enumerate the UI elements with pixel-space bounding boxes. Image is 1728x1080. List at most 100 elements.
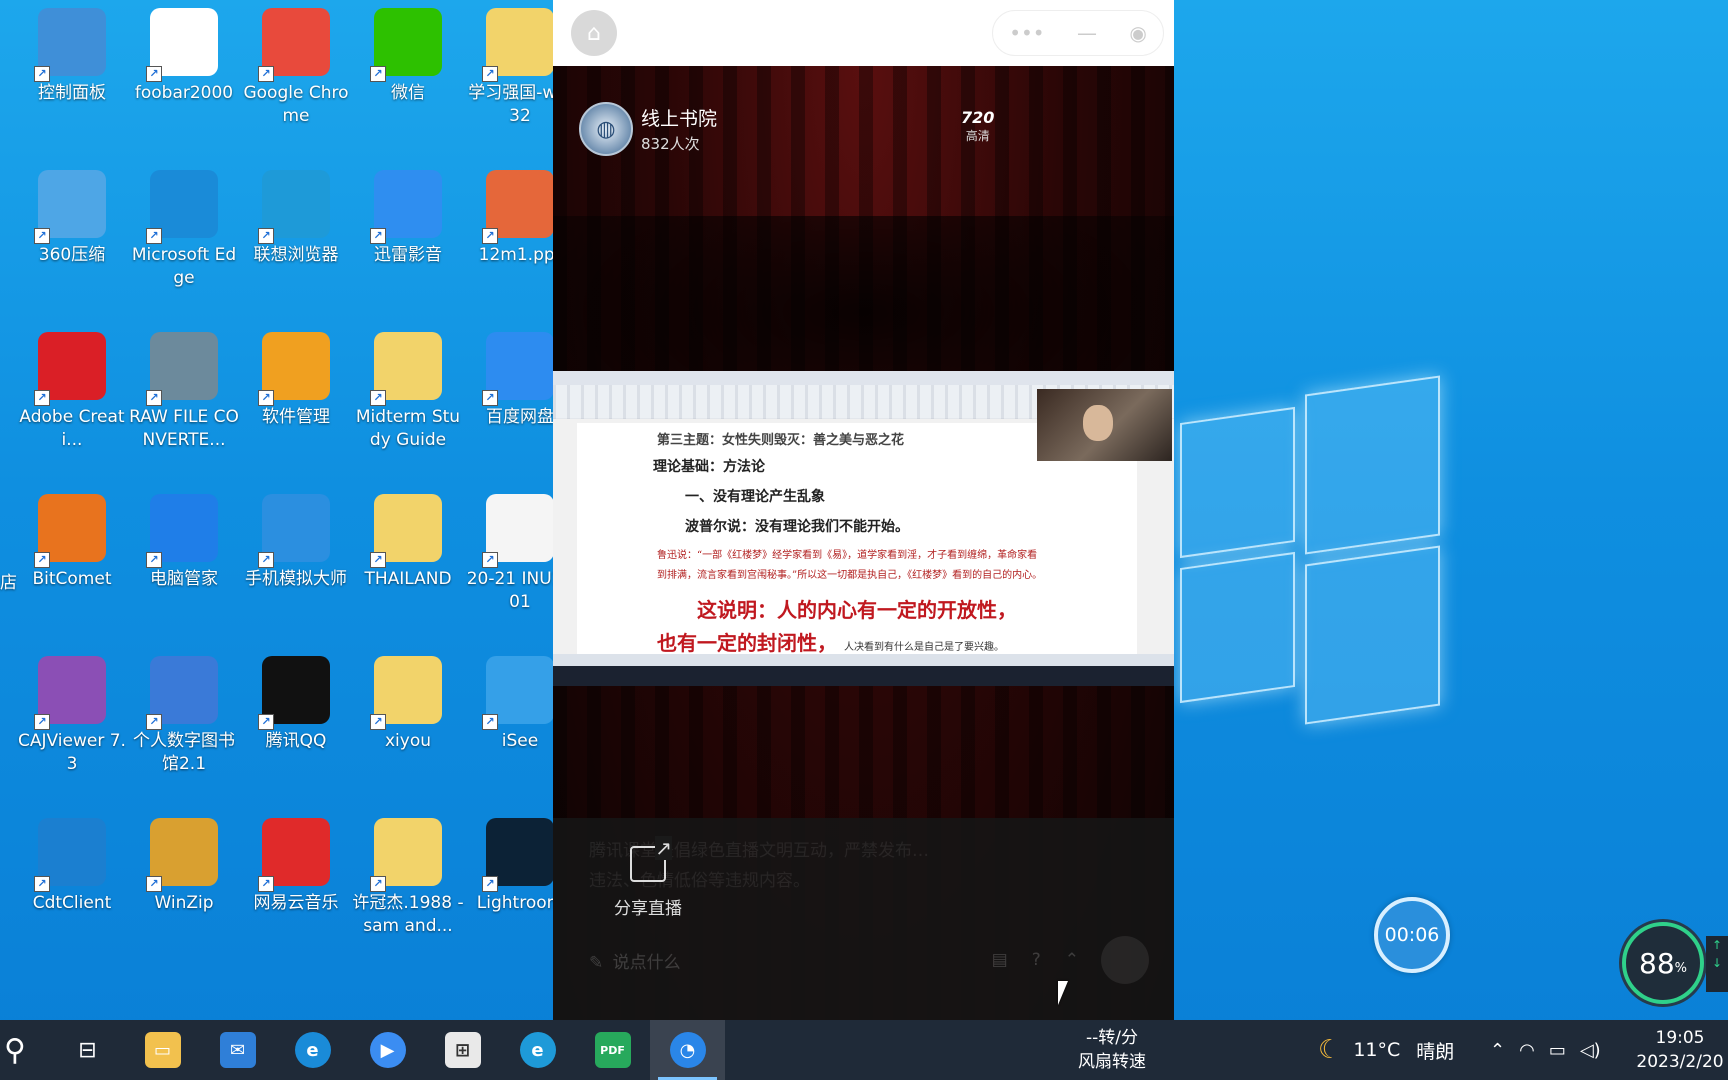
desktop-icon[interactable]: ↗ foobar2000 (128, 8, 240, 105)
desktop-icon[interactable]: ↗ Google Chrome (240, 8, 352, 128)
close-circle-icon[interactable]: ◉ (1129, 21, 1146, 45)
desktop-icon[interactable]: ↗ 软件管理 (240, 332, 352, 429)
folder-icon: ↗ (482, 8, 554, 82)
desktop-icon-label: 迅雷影音 (374, 245, 442, 265)
adobe-cc-icon: ↗ (34, 332, 106, 406)
clock[interactable]: 19:05 2023/2/20 (1632, 1026, 1728, 1074)
desktop-icon-label: 360压缩 (38, 245, 106, 265)
desktop-icon[interactable]: ↗ 个人数字图书馆2.1 (128, 656, 240, 776)
live-stream-window[interactable]: ⌂ ••• — ◉ ◍ 线上书院 832人次 720 高清 第三主题：女性失则毁… (553, 0, 1174, 1020)
folder-icon: ↗ (370, 818, 442, 892)
battery-icon[interactable]: ▭ (1549, 1040, 1566, 1061)
desktop-icon[interactable]: ↗ 联想浏览器 (240, 170, 352, 267)
desktop-icon-label: Adobe Creati... (19, 407, 125, 450)
zip-360-icon: ↗ (34, 170, 106, 244)
desktop-icon[interactable]: ↗ 控制面板 (16, 8, 128, 105)
network-speed-arrows-icon: ↑ ↓ (1706, 936, 1728, 992)
desktop-icon[interactable]: ↗ 微信 (352, 8, 464, 105)
task-view-button[interactable]: ⊟ (50, 1020, 125, 1080)
taskbar: ⚲ ⊟ ▭ ✉ e ▶ ⊞ e PDF ◔ --转/分 风扇转速 ☾ 11°C … (0, 1020, 1728, 1080)
folder-icon: ↗ (370, 332, 442, 406)
chrome-icon: ↗ (258, 8, 330, 82)
shared-screen-video[interactable]: 第三主题：女性失则毁灭：善之美与恶之花 理论基础：方法论 一、没有理论产生乱象 … (553, 371, 1174, 686)
desktop-icon-label: Midterm Study Guide (355, 407, 461, 450)
desktop-icon[interactable]: ↗ 网易云音乐 (240, 818, 352, 915)
doc-line-4: 波普尔说：没有理论我们不能开始。 (685, 519, 909, 535)
lenovo-browser-button[interactable]: e (500, 1020, 575, 1080)
desktop-icon[interactable]: ↗ 腾讯QQ (240, 656, 352, 753)
desktop-icon-label: THAILAND (364, 569, 452, 589)
edge-button[interactable]: e (275, 1020, 350, 1080)
wechat-icon: ↗ (370, 8, 442, 82)
shortcut-arrow-icon: ↗ (258, 552, 274, 568)
desktop-icon[interactable]: ↗ 电脑管家 (128, 494, 240, 591)
desktop-icon[interactable]: ↗ THAILAND (352, 494, 464, 591)
file-explorer-button[interactable]: ▭ (125, 1020, 200, 1080)
desktop-icon[interactable]: ↗ CdtClient (16, 818, 128, 915)
gauge-value: 88 (1639, 946, 1675, 980)
desktop-icon[interactable]: ↗ Microsoft Edge (128, 170, 240, 290)
channel-info[interactable]: ◍ 线上书院 832人次 (579, 102, 717, 156)
home-button[interactable]: ⌂ (571, 10, 617, 56)
desktop-icon[interactable]: ↗ xiyou (352, 656, 464, 753)
fan-speed-widget[interactable]: --转/分 风扇转速 (1076, 1020, 1148, 1080)
desktop-icon[interactable]: ↗ CAJViewer 7.3 (16, 656, 128, 776)
winzip-icon: ↗ (146, 818, 218, 892)
foobar-icon: ↗ (146, 8, 218, 82)
shortcut-arrow-icon: ↗ (370, 876, 386, 892)
desktop-icon[interactable]: ↗ RAW FILE CONVERTE... (128, 332, 240, 452)
windows-logo-wallpaper (1180, 375, 1445, 740)
desktop-icon[interactable]: ↗ Midterm Study Guide (352, 332, 464, 452)
shortcut-arrow-icon: ↗ (146, 390, 162, 406)
performance-gauge[interactable]: 88% (1622, 922, 1704, 1004)
desktop-icon[interactable]: ↗ BitComet (16, 494, 128, 591)
doc-highlight-1: 这说明：人的内心有一定的开放性， (697, 598, 1017, 622)
minimize-icon[interactable]: — (1077, 21, 1097, 45)
weather-widget[interactable]: ☾ 11°C 晴朗 (1318, 1020, 1454, 1080)
mail-icon: ✉ (219, 1032, 256, 1068)
volume-icon[interactable]: ◁) (1580, 1040, 1601, 1061)
wifi-icon[interactable]: ◠ (1519, 1040, 1535, 1061)
recording-timer[interactable]: 00:06 (1374, 897, 1450, 973)
desktop-icon[interactable]: ↗ 许冠杰.1988 - sam and... (352, 818, 464, 938)
chevron-up-icon[interactable]: ⌃ (1490, 1040, 1505, 1061)
comment-placeholder: 说点什么 (612, 952, 681, 973)
shortcut-arrow-icon: ↗ (482, 66, 498, 82)
window-controls: ••• — ◉ (992, 10, 1164, 56)
desktop-icon[interactable]: ↗ WinZip (128, 818, 240, 915)
pdf-reader-button[interactable]: PDF (575, 1020, 650, 1080)
search-icon[interactable]: ⚲ (0, 1020, 30, 1080)
share-live-button[interactable]: 分享直播 (603, 836, 693, 919)
desktop-icon-label: WinZip (154, 893, 214, 913)
desktop-icon-label: 电脑管家 (150, 569, 218, 589)
tencent-classroom-button[interactable]: ◔ (650, 1020, 725, 1080)
mail-button[interactable]: ✉ (200, 1020, 275, 1080)
desktop-icon[interactable]: ↗ 360压缩 (16, 170, 128, 267)
shortcut-arrow-icon: ↗ (146, 714, 162, 730)
desktop-icon-label: 个人数字图书馆2.1 (133, 731, 235, 774)
desktop-icon[interactable]: ↗ 手机模拟大师 (240, 494, 352, 591)
shortcut-arrow-icon: ↗ (146, 228, 162, 244)
isee-icon: ↗ (482, 656, 554, 730)
more-options-icon[interactable]: ••• (1009, 21, 1044, 45)
quality-selector[interactable]: 720 高清 (961, 108, 994, 144)
xunlei-player-button[interactable]: ▶ (350, 1020, 425, 1080)
shortcut-arrow-icon: ↗ (482, 228, 498, 244)
shortcut-arrow-icon: ↗ (482, 876, 498, 892)
folder-icon: ↗ (370, 656, 442, 730)
doc-highlight-2: 也有一定的封闭性， 人决看到有什么是自己是了要兴趣。 (657, 627, 1047, 656)
comment-input[interactable]: ✎ 说点什么 (589, 948, 681, 973)
list-icon[interactable]: ▤ (992, 950, 1008, 970)
desktop-icon-label: 网易云音乐 (253, 893, 339, 913)
help-icon[interactable]: ? (1032, 950, 1041, 970)
software-manager-icon: ↗ (258, 332, 330, 406)
desktop-icon[interactable]: ↗ Adobe Creati... (16, 332, 128, 452)
store-button[interactable]: ⊞ (425, 1020, 500, 1080)
desktop-icon-label: BitComet (32, 569, 112, 589)
desktop-icon[interactable]: ↗ 迅雷影音 (352, 170, 464, 267)
video-taskbar (553, 666, 1174, 686)
chevron-up-icon[interactable]: ⌃ (1065, 950, 1079, 970)
edge-icon: e (294, 1032, 331, 1068)
desktop-icon-label: foobar2000 (134, 83, 234, 103)
avatar[interactable] (1101, 936, 1149, 984)
